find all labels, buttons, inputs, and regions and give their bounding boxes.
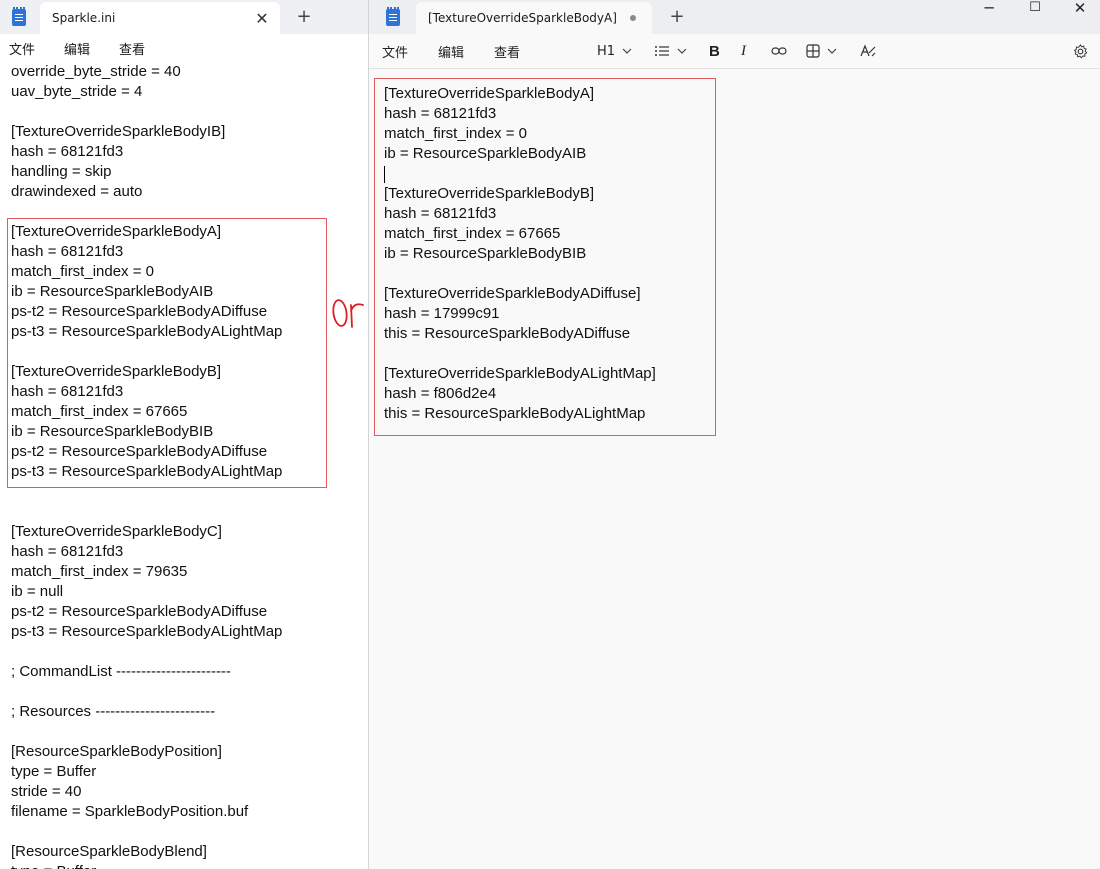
text-line: stride = 40 [11, 783, 82, 800]
unsaved-dot-icon[interactable] [630, 15, 636, 21]
notepad-app-icon [386, 7, 400, 26]
text-line: override_byte_stride = 40 [11, 63, 181, 80]
clear-formatting-icon[interactable] [860, 34, 876, 68]
menu-edit[interactable]: 编辑 [438, 34, 464, 68]
text-line: [TextureOverrideSparkleBodyIB] [11, 123, 226, 140]
toolbar-divider [369, 68, 1100, 69]
highlight-box [374, 78, 716, 436]
text-line: hash = 68121fd3 [11, 543, 124, 560]
handwritten-or-annotation [332, 299, 364, 328]
left-tab-sparkle-ini[interactable]: Sparkle.ini ✕ [40, 2, 280, 34]
new-tab-plus-icon[interactable]: + [292, 6, 316, 27]
chevron-down-icon [677, 48, 687, 54]
heading-dropdown[interactable]: H1 [597, 34, 633, 68]
settings-gear-icon[interactable] [1073, 34, 1088, 68]
close-icon[interactable]: ✕ [252, 9, 272, 28]
text-line: type = Buffer [11, 763, 97, 780]
text-line: [ResourceSparkleBodyBlend] [11, 843, 207, 860]
notepad-app-icon [12, 7, 26, 26]
menu-view[interactable]: 查看 [119, 39, 145, 58]
text-line: uav_byte_stride = 4 [11, 83, 143, 100]
chevron-down-icon [827, 48, 837, 54]
left-tab-title: Sparkle.ini [52, 11, 116, 25]
text-line: hash = 68121fd3 [11, 143, 124, 160]
bulleted-list-icon [655, 46, 669, 56]
menu-file[interactable]: 文件 [382, 34, 408, 68]
text-line: [ResourceSparkleBodyPosition] [11, 743, 222, 760]
text-line [11, 642, 361, 662]
link-icon[interactable] [771, 34, 787, 68]
text-line: handling = skip [11, 163, 112, 180]
minimize-icon[interactable]: ─ [966, 0, 1012, 18]
right-tab-title: [TextureOverrideSparkleBodyA] [428, 11, 617, 25]
menu-file[interactable]: 文件 [9, 39, 35, 58]
new-tab-plus-icon[interactable]: + [665, 6, 689, 27]
left-tab-bar: Sparkle.ini ✕ + [0, 0, 368, 34]
highlight-box [7, 218, 327, 488]
text-line [11, 502, 361, 522]
text-line: type = Buffer [11, 862, 361, 869]
left-notepad-window: Sparkle.ini ✕ + 文件 编辑 查看 override_byte_s… [0, 0, 368, 869]
right-notepad-window: [TextureOverrideSparkleBodyA] + ─ ☐ ✕ 文件… [368, 0, 1100, 869]
maximize-icon[interactable]: ☐ [1012, 0, 1058, 18]
text-line: ps-t2 = ResourceSparkleBodyADiffuse [11, 603, 268, 620]
text-line [11, 102, 361, 122]
list-dropdown[interactable] [654, 34, 688, 68]
menu-edit[interactable]: 编辑 [64, 39, 90, 58]
text-line: ib = null [11, 583, 64, 600]
text-line: filename = SparkleBodyPosition.buf [11, 803, 249, 820]
right-tab-texture-override[interactable]: [TextureOverrideSparkleBodyA] [416, 2, 652, 34]
table-icon [806, 44, 820, 58]
text-line [11, 722, 361, 742]
text-line: [TextureOverrideSparkleBodyC] [11, 523, 222, 540]
right-toolbar: 文件 编辑 查看 H1 B I [369, 34, 1100, 68]
text-line: ps-t3 = ResourceSparkleBodyALightMap [11, 623, 283, 640]
text-line: ; CommandList ----------------------- [11, 663, 231, 680]
text-line: drawindexed = auto [11, 183, 143, 200]
chevron-down-icon [622, 48, 632, 54]
text-line: ; Resources ------------------------ [11, 703, 216, 720]
bold-icon[interactable]: B [709, 34, 720, 68]
text-line [11, 682, 361, 702]
menu-view[interactable]: 查看 [494, 34, 520, 68]
italic-icon[interactable]: I [741, 34, 746, 68]
left-menu-bar: 文件 编辑 查看 [0, 34, 368, 62]
heading-label: H1 [597, 43, 616, 59]
right-tab-bar: [TextureOverrideSparkleBodyA] + ─ ☐ ✕ [369, 0, 1100, 34]
text-line: match_first_index = 79635 [11, 563, 188, 580]
table-dropdown[interactable] [806, 34, 838, 68]
text-line [11, 822, 361, 842]
close-window-icon[interactable]: ✕ [1057, 0, 1100, 18]
